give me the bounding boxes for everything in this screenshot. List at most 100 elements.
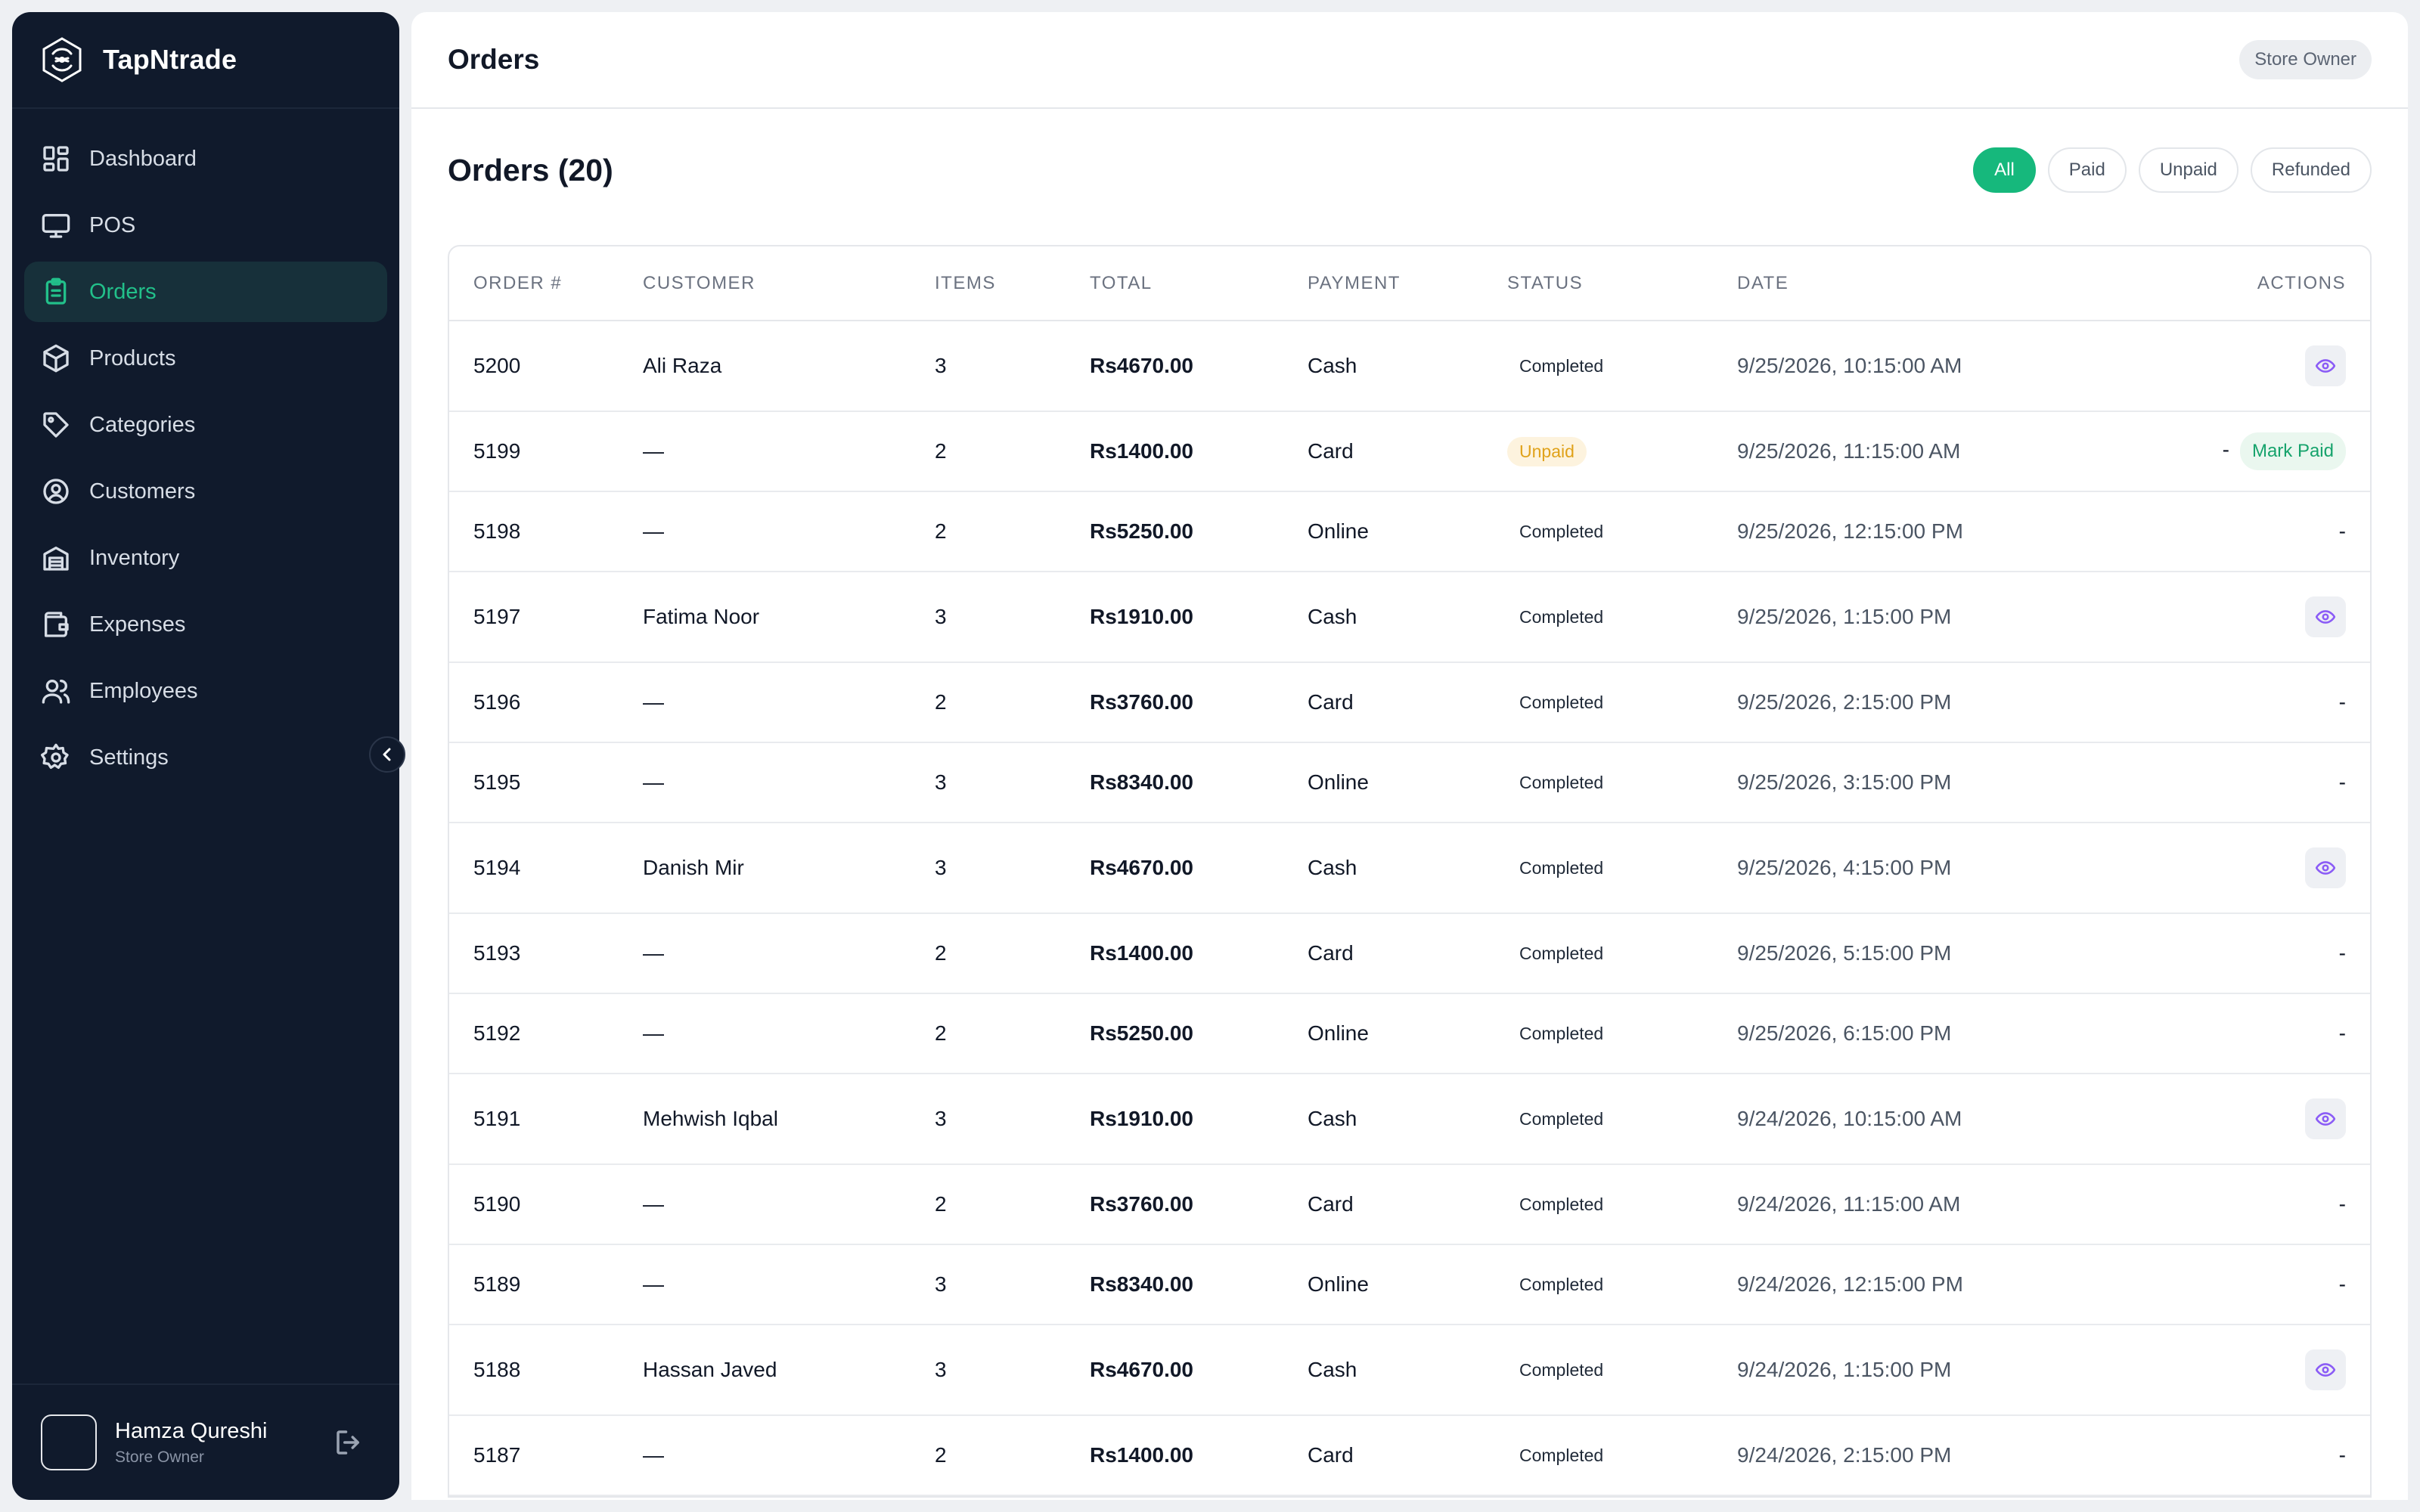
status-badge: Completed: [1519, 857, 1604, 878]
status-badge: Completed: [1519, 1108, 1604, 1129]
cell-date: 9/24/2026, 1:15:00 PM: [1737, 1325, 2130, 1416]
status-badge: Completed: [1519, 943, 1604, 963]
cell-date: 9/25/2026, 12:15:00 PM: [1737, 491, 2130, 572]
cell-customer: Ali Raza: [643, 321, 935, 412]
view-order-button[interactable]: [2305, 1349, 2346, 1390]
view-order-button[interactable]: [2305, 345, 2346, 386]
sidebar-item-expenses[interactable]: Expenses: [24, 594, 387, 655]
filter-unpaid-button[interactable]: Unpaid: [2138, 147, 2238, 193]
action-placeholder: -: [2338, 941, 2346, 965]
cell-customer: Danish Mir: [643, 823, 935, 914]
cell-status: Completed: [1507, 1074, 1737, 1165]
logout-icon[interactable]: [333, 1427, 365, 1458]
cell-status: Completed: [1507, 823, 1737, 914]
box-icon: [41, 343, 71, 373]
main-panel: Orders Store Owner Orders (20) All Paid …: [411, 12, 2408, 1500]
view-order-button[interactable]: [2305, 596, 2346, 637]
table-row[interactable]: 5199—2 Rs1400.00 Card Unpaid 9/25/2026, 11:1…: [449, 411, 2370, 492]
cell-actions: [2130, 1325, 2370, 1416]
monitor-icon: [41, 210, 71, 240]
sidebar-item-pos[interactable]: POS: [24, 195, 387, 256]
orders-table: ORDER # CUSTOMER ITEMS TOTAL PAYMENT STA…: [449, 246, 2370, 1496]
filter-paid-button[interactable]: Paid: [2047, 147, 2127, 193]
cell-total: Rs1400.00: [1090, 913, 1308, 994]
sidebar-item-label: Customers: [89, 479, 196, 503]
table-row[interactable]: 5193—2 Rs1400.00 Card Completed 9/25/2026, 5…: [449, 913, 2370, 994]
mark-paid-button[interactable]: Mark Paid: [2239, 432, 2346, 470]
collapse-sidebar-button[interactable]: [369, 736, 405, 773]
action-placeholder: -: [2338, 1192, 2346, 1216]
column-header-items[interactable]: ITEMS: [935, 246, 1090, 321]
table-row[interactable]: 5196—2 Rs3760.00 Card Completed 9/25/2026, 2…: [449, 662, 2370, 743]
action-placeholder: -: [2338, 770, 2346, 794]
sidebar-item-label: Dashboard: [89, 146, 197, 171]
sidebar-item-customers[interactable]: Customers: [24, 461, 387, 522]
view-order-button[interactable]: [2305, 1098, 2346, 1139]
sidebar-item-dashboard[interactable]: Dashboard: [24, 129, 387, 189]
cell-payment: Card: [1308, 1415, 1507, 1496]
column-header-customer[interactable]: CUSTOMER: [643, 246, 935, 321]
cell-order-number: 5187: [449, 1415, 643, 1496]
cell-customer: —: [643, 411, 935, 492]
sidebar-item-label: POS: [89, 212, 136, 237]
users-icon: [41, 676, 71, 706]
cell-customer: Hassan Javed: [643, 1325, 935, 1416]
table-row[interactable]: 5192—2 Rs5250.00 Online Completed 9/25/2026,…: [449, 993, 2370, 1074]
cell-payment: Online: [1308, 993, 1507, 1074]
table-row[interactable]: 5195—3 Rs8340.00 Online Completed 9/25/2026,…: [449, 742, 2370, 823]
sidebar: TapNtrade Dashboard POS Orders Products …: [12, 12, 399, 1500]
sidebar-item-inventory[interactable]: Inventory: [24, 528, 387, 588]
cell-date: 9/25/2026, 3:15:00 PM: [1737, 742, 2130, 823]
eye-icon: [2316, 610, 2335, 624]
cell-items: 3: [935, 742, 1090, 823]
cell-payment: Card: [1308, 411, 1507, 492]
table-row[interactable]: 5194 Danish Mir 3 Rs4670.00 Cash Completed 9/2…: [449, 823, 2370, 914]
order-filters: All Paid Unpaid Refunded: [1973, 147, 2372, 193]
action-placeholder: -: [2338, 690, 2346, 714]
cell-customer: —: [643, 1415, 935, 1496]
cell-actions: -: [2130, 993, 2370, 1074]
filter-all-button[interactable]: All: [1973, 147, 2036, 193]
sidebar-item-categories[interactable]: Categories: [24, 395, 387, 455]
view-order-button[interactable]: [2305, 847, 2346, 888]
table-row[interactable]: 5189—3 Rs8340.00 Online Completed 9/24/2026,…: [449, 1244, 2370, 1325]
table-row[interactable]: 5198—2 Rs5250.00 Online Completed 9/25/2026,…: [449, 491, 2370, 572]
sidebar-item-label: Expenses: [89, 612, 186, 637]
sidebar-item-employees[interactable]: Employees: [24, 661, 387, 721]
cell-status: Completed: [1507, 491, 1737, 572]
cell-actions: -: [2130, 1244, 2370, 1325]
cell-items: 2: [935, 491, 1090, 572]
column-header-date[interactable]: DATE: [1737, 246, 2130, 321]
cell-status: Unpaid: [1507, 411, 1737, 492]
sidebar-item-settings[interactable]: Settings: [24, 727, 387, 788]
table-body: 5200 Ali Raza 3 Rs4670.00 Cash Completed 9/25/…: [449, 321, 2370, 1496]
cell-actions: [2130, 572, 2370, 663]
column-header-total[interactable]: TOTAL: [1090, 246, 1308, 321]
table-row[interactable]: 5197 Fatima Noor 3 Rs1910.00 Cash Completed 9/…: [449, 572, 2370, 663]
table-row[interactable]: 5191 Mehwish Iqbal 3 Rs1910.00 Cash Completed…: [449, 1074, 2370, 1165]
cell-date: 9/25/2026, 4:15:00 PM: [1737, 823, 2130, 914]
table-row[interactable]: 5187—2 Rs1400.00 Card Completed 9/24/2026, 2…: [449, 1415, 2370, 1496]
status-badge: Completed: [1519, 1445, 1604, 1465]
cell-customer: Mehwish Iqbal: [643, 1074, 935, 1165]
cell-date: 9/24/2026, 11:15:00 AM: [1737, 1164, 2130, 1245]
filter-refunded-button[interactable]: Refunded: [2250, 147, 2372, 193]
cell-order-number: 5192: [449, 993, 643, 1074]
sidebar-item-label: Inventory: [89, 545, 180, 570]
wallet-icon: [41, 609, 71, 640]
table-row[interactable]: 5188 Hassan Javed 3 Rs4670.00 Cash Completed 9…: [449, 1325, 2370, 1416]
app-root: TapNtrade Dashboard POS Orders Products …: [0, 0, 2420, 1512]
cell-actions: -: [2130, 662, 2370, 743]
cell-items: 3: [935, 321, 1090, 412]
column-header-status[interactable]: STATUS: [1507, 246, 1737, 321]
cell-items: 2: [935, 662, 1090, 743]
sidebar-item-products[interactable]: Products: [24, 328, 387, 389]
avatar: [41, 1414, 97, 1470]
column-header-payment[interactable]: PAYMENT: [1308, 246, 1507, 321]
table-row[interactable]: 5190—2 Rs3760.00 Card Completed 9/24/2026, 1…: [449, 1164, 2370, 1245]
table-row[interactable]: 5200 Ali Raza 3 Rs4670.00 Cash Completed 9/25/…: [449, 321, 2370, 412]
column-header-order[interactable]: ORDER #: [449, 246, 643, 321]
cell-total: Rs8340.00: [1090, 742, 1308, 823]
cell-total: Rs1910.00: [1090, 572, 1308, 663]
sidebar-item-orders[interactable]: Orders: [24, 262, 387, 322]
